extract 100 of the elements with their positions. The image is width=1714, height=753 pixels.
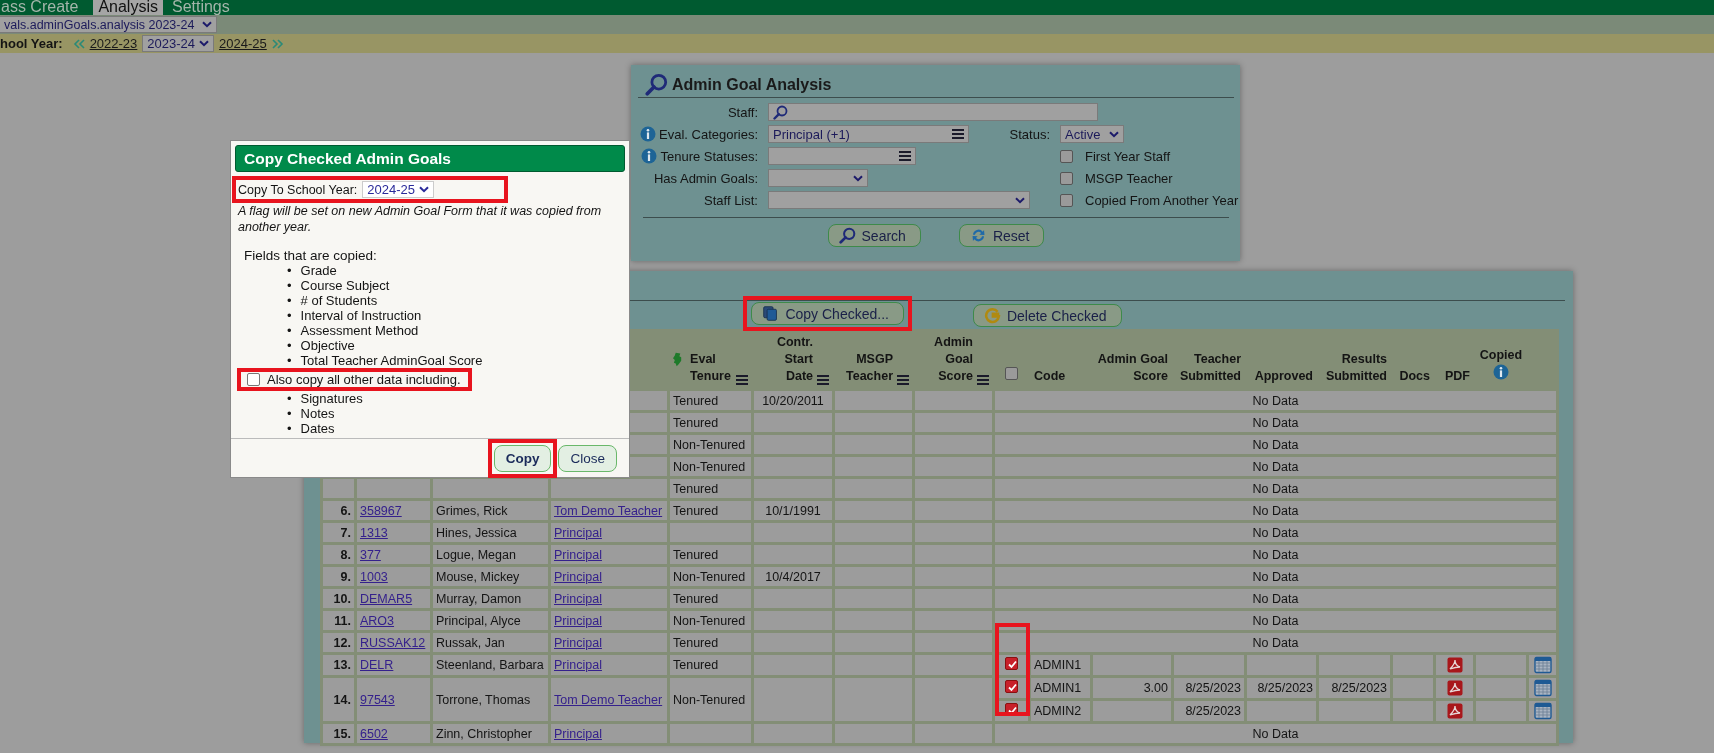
category-link[interactable]: Tom Demo Teacher	[554, 692, 663, 707]
column-header: MSGP Teacher	[845, 351, 893, 385]
info-icon[interactable]	[1493, 364, 1509, 380]
delete-checked-button[interactable]: Delete Checked	[972, 304, 1122, 327]
nav-tab[interactable]: Settings	[166, 0, 235, 15]
calendar-icon[interactable]	[1533, 702, 1552, 720]
category-link[interactable]: Principal	[554, 591, 602, 606]
no-data-cell: No Data	[993, 587, 1558, 610]
category-link[interactable]: Principal	[554, 547, 602, 562]
calendar-icon[interactable]	[1533, 656, 1552, 674]
menu-icon[interactable]	[736, 375, 748, 385]
state-outline-icon	[673, 352, 683, 367]
pdf-icon[interactable]	[1446, 680, 1463, 696]
copy-icon	[762, 305, 780, 322]
checkbox[interactable]	[247, 373, 260, 386]
pdf-icon[interactable]	[1446, 703, 1463, 719]
category-link[interactable]: Principal	[554, 613, 602, 628]
column-header: Copied	[1479, 348, 1523, 362]
eval-categories-field[interactable]: Principal (+1)	[768, 125, 969, 143]
menu-icon[interactable]	[817, 375, 829, 385]
menu-icon[interactable]	[897, 375, 909, 385]
staff-id-link[interactable]: 6502	[360, 726, 388, 741]
info-icon[interactable]	[640, 126, 656, 142]
column-header: Eval Tenure	[690, 351, 732, 385]
table-cell: Non-Tenured	[668, 676, 753, 723]
column-header: Results Submitted	[1325, 352, 1387, 383]
field-label: Staff List:	[704, 192, 758, 208]
staff-id-link[interactable]: 377	[360, 547, 381, 562]
field-label: Status:	[1009, 126, 1050, 142]
category-link[interactable]: Principal	[554, 569, 602, 584]
caret-icon	[853, 174, 863, 182]
copy-checked-button[interactable]: Copy Checked...	[751, 302, 904, 325]
school-year-label: hool Year:	[0, 36, 63, 51]
staff-id-link[interactable]: 97543	[360, 692, 395, 707]
menu-icon[interactable]	[952, 129, 964, 139]
status-dropdown[interactable]: Active	[1060, 125, 1124, 143]
staff-id-link[interactable]: RUSSAK12	[360, 635, 426, 650]
field-label: Eval. Categories:	[659, 126, 758, 142]
column-header: Docs	[1399, 369, 1430, 383]
year-dropdown[interactable]: 2024-25	[362, 181, 435, 198]
row-number: 11.	[321, 609, 356, 632]
caret-icon	[1109, 130, 1119, 138]
staff-id-link[interactable]: DELR	[360, 658, 394, 672]
field-label: Tenure Statuses:	[660, 148, 758, 164]
no-data-cell: No Data	[993, 722, 1558, 745]
menu-icon[interactable]	[977, 375, 989, 385]
search-icon[interactable]	[838, 227, 856, 244]
category-link[interactable]: Principal	[554, 726, 602, 741]
category-link[interactable]: Principal	[554, 658, 602, 672]
category-link[interactable]: Principal	[554, 635, 602, 650]
list-bullet: •	[287, 292, 292, 309]
note-text: A flag will be set on new Admin Goal Form that it was copied from another year.	[238, 203, 603, 235]
list-bullet: •	[287, 307, 292, 324]
list-item: Assessment Method	[300, 322, 419, 339]
checkbox[interactable]	[1060, 193, 1073, 207]
staff-id-link[interactable]: ARO3	[360, 613, 395, 628]
year-link[interactable]: 2022-23	[89, 36, 138, 51]
calendar-icon[interactable]	[1533, 679, 1552, 697]
search-button[interactable]: Search	[827, 224, 921, 247]
report-dropdown[interactable]: vals.adminGoals.analysis 2023-24	[0, 16, 217, 33]
checkbox[interactable]	[1060, 171, 1073, 185]
list-item: # of Students	[300, 293, 378, 309]
row-number: 8.	[321, 543, 356, 566]
copy-button[interactable]: Copy	[493, 444, 552, 472]
caret-icon	[419, 186, 430, 193]
reset-button[interactable]: Reset	[958, 224, 1045, 247]
no-data-cell: No Data	[993, 477, 1558, 500]
no-data-cell: No Data	[993, 433, 1558, 456]
field-label: Copy To School Year:	[238, 182, 358, 197]
pdf-icon[interactable]	[1446, 657, 1463, 673]
list-bullet: •	[287, 352, 292, 369]
search-icon[interactable]	[645, 73, 668, 96]
search-icon[interactable]	[773, 104, 788, 120]
caret-icon	[1015, 196, 1025, 204]
tenure-statuses-field[interactable]	[768, 147, 916, 165]
list-item: Course Subject	[300, 277, 390, 294]
staff-field[interactable]	[768, 103, 1098, 121]
year-link[interactable]: 2024-25	[219, 36, 267, 51]
field-label: Staff:	[727, 104, 758, 120]
nav-tab[interactable]: Analysis	[93, 0, 163, 15]
checkbox[interactable]	[1005, 679, 1018, 693]
nav-tab[interactable]: ass Create	[0, 0, 84, 15]
table-cell: Torrone, Thomas	[431, 676, 550, 723]
list-item: Objective	[300, 337, 355, 354]
staff-id-link[interactable]: DEMAR5	[360, 591, 413, 606]
select-all-checkbox[interactable]	[1005, 367, 1018, 380]
close-button[interactable]: Close	[558, 444, 617, 472]
no-data-cell: No Data	[993, 499, 1558, 522]
list-bullet: •	[287, 337, 292, 354]
checkbox[interactable]	[1060, 149, 1073, 163]
menu-icon[interactable]	[899, 151, 911, 161]
staff-id-link[interactable]: 1313	[360, 525, 388, 540]
staff-id-link[interactable]: 1003	[360, 569, 388, 584]
staff-id-link[interactable]: 358967	[360, 503, 402, 518]
list-item: Interval of Instruction	[300, 307, 422, 324]
checkbox[interactable]	[1005, 656, 1018, 670]
category-link[interactable]: Tom Demo Teacher	[554, 503, 663, 518]
category-link[interactable]: Principal	[554, 525, 602, 540]
info-icon[interactable]	[641, 148, 658, 164]
year-dropdown[interactable]: 2023-24	[142, 35, 215, 52]
